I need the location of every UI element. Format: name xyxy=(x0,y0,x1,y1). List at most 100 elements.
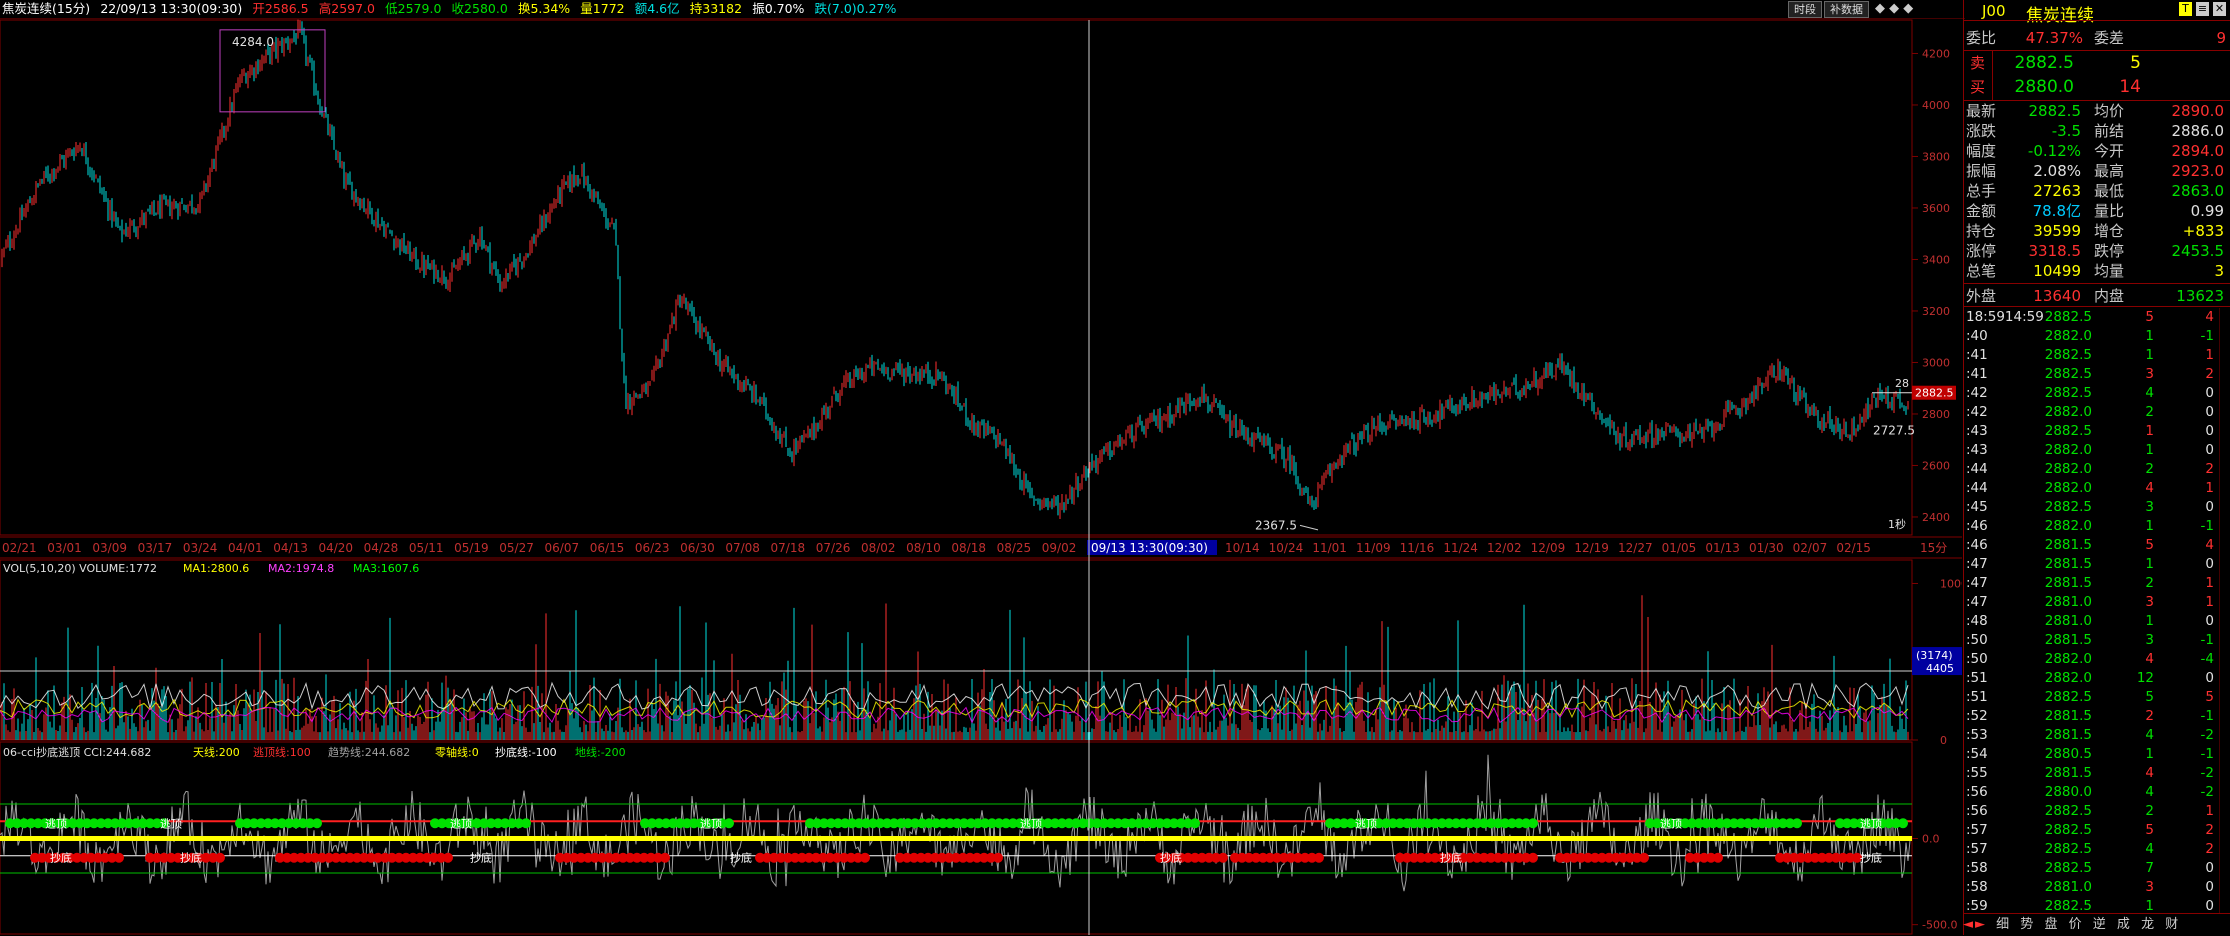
bottom-buy-marker xyxy=(215,852,225,863)
tab-dragon[interactable]: 龙 xyxy=(2141,914,2154,936)
date-tick-label: 11/16 xyxy=(1400,541,1435,555)
tick-list[interactable]: 18:5914:59 2882.5 5 4:40 2882.0 1 -1:41 2882.5 1… xyxy=(1964,308,2229,914)
tick-row: :56 2880.0 4 -2 xyxy=(1964,783,2229,802)
tick-volume: 1 xyxy=(2145,347,2154,363)
cci-title: 06-cci抄底逃顶 CCI:244.682 xyxy=(3,745,151,759)
tick-time: :41 xyxy=(1966,347,1988,363)
bar-turnover: 换5.34% xyxy=(517,1,571,16)
cci-zero-label: 零轴线:0 xyxy=(435,745,479,759)
cci-trend-label: 趋势线:244.682 xyxy=(328,745,410,759)
high-annotation: 4284.0 xyxy=(232,35,274,49)
order-ratio-value: 47.37% xyxy=(2025,29,2083,47)
tick-volume: 4 xyxy=(2145,480,2154,496)
tick-row: :45 2882.5 3 0 xyxy=(1964,498,2229,517)
price-tick-label: 3400 xyxy=(1922,253,1950,266)
tab-fill[interactable]: 成 xyxy=(2117,914,2130,936)
tick-price: 2882.0 xyxy=(2044,670,2092,686)
stats-label: 今开 xyxy=(2094,142,2125,160)
stats-label: 总手 xyxy=(1966,182,1997,200)
tick-volume: 5 xyxy=(2145,689,2154,705)
escape-top-marker xyxy=(312,818,322,829)
tick-row: :41 2882.5 3 2 xyxy=(1964,365,2229,384)
tick-oi-change: 0 xyxy=(2205,499,2214,515)
stats-value: 2.08% xyxy=(2033,162,2081,180)
date-cursor-label: 09/13 13:30(09:30) xyxy=(1091,541,1208,555)
bottom-buy-text: 抄底 xyxy=(730,851,752,865)
cci-tick-label: 0.0 xyxy=(1922,833,1940,846)
tick-row: 18:5914:59 2882.5 5 4 xyxy=(1964,308,2229,327)
bottom-buy-marker xyxy=(443,852,453,863)
tab-price[interactable]: 价 xyxy=(2069,914,2082,936)
tick-price: 2881.0 xyxy=(2044,879,2092,895)
order-ratio-row: 委比 47.37% 委差 9 xyxy=(1966,28,2229,48)
stats-label: 增仓 xyxy=(2094,222,2125,240)
timeshare-button[interactable]: 时段 xyxy=(1788,1,1822,18)
tick-price: 2882.0 xyxy=(2044,518,2092,534)
tick-volume: 4 xyxy=(2145,651,2154,667)
stats-value: -0.12% xyxy=(2027,142,2081,160)
cci-tick-label: -500.0 xyxy=(1922,919,1957,932)
toolbar-icons[interactable]: ◆ ◆ ◆ xyxy=(1875,1,1913,16)
escape-top-marker xyxy=(1792,818,1802,829)
tick-time: :40 xyxy=(1966,328,1988,344)
tick-volume: 1 xyxy=(2145,746,2154,762)
tick-time: :58 xyxy=(1966,879,1988,895)
next-arrow-icon[interactable]: ► xyxy=(1975,914,1985,936)
tick-price: 2882.5 xyxy=(2044,309,2092,325)
tab-book[interactable]: 盘 xyxy=(2044,914,2057,936)
tick-row: :57 2882.5 4 2 xyxy=(1964,840,2229,859)
close-icon[interactable]: ✕ xyxy=(2213,2,2226,16)
tick-volume: 1 xyxy=(2145,518,2154,534)
stats-value: 27263 xyxy=(2033,182,2081,200)
price-frame xyxy=(0,19,1913,536)
cci-ground-label: 地线:-200 xyxy=(575,745,626,759)
date-tick-label: 04/01 xyxy=(228,541,263,555)
tick-scrollbar[interactable] xyxy=(2219,308,2230,913)
tick-volume: 5 xyxy=(2145,309,2154,325)
inner-value: 13623 xyxy=(2176,287,2224,305)
tick-row: :52 2881.5 2 -1 xyxy=(1964,707,2229,726)
tick-price: 2882.0 xyxy=(2044,442,2092,458)
bottom-buy-marker xyxy=(1713,852,1723,863)
tab-reverse[interactable]: 逆 xyxy=(2093,914,2106,936)
tab-finance[interactable]: 财 xyxy=(2165,914,2178,936)
prev-arrow-icon[interactable]: ◄ xyxy=(1963,914,1973,936)
tick-row: :44 2882.0 2 2 xyxy=(1964,460,2229,479)
menu-icon[interactable]: ≡ xyxy=(2196,2,2209,16)
tab-detail[interactable]: 细 xyxy=(1996,914,2009,936)
tick-volume: 5 xyxy=(2145,822,2154,838)
stats-table: 最新 2882.5 均价 2890.0 涨跌 -3.5 前结 2886.0 幅度 -0.12% 今开… xyxy=(1964,101,2230,281)
tick-time: :44 xyxy=(1966,461,1988,477)
chart-area[interactable]: 2400 2600 2800 3000 3200 3400 3600 3800 4000 4200… xyxy=(0,0,1962,935)
bottom-buy-marker xyxy=(993,852,1003,863)
supplement-data-button[interactable]: 补数据 xyxy=(1824,1,1869,18)
tick-volume: 4 xyxy=(2145,385,2154,401)
tick-oi-change: 1 xyxy=(2205,803,2214,819)
t-icon[interactable]: T xyxy=(2179,2,2192,16)
instrument-title[interactable]: 焦炭连续(15分) xyxy=(2,0,90,18)
tick-volume: 1 xyxy=(2145,442,2154,458)
date-tick-label: 06/07 xyxy=(545,541,580,555)
tick-price: 2882.5 xyxy=(2044,499,2092,515)
outer-value: 13640 xyxy=(2033,287,2081,305)
date-tick-label: 08/18 xyxy=(951,541,986,555)
tick-price: 2882.5 xyxy=(2044,822,2092,838)
tick-time: :48 xyxy=(1966,613,1988,629)
tab-trend[interactable]: 势 xyxy=(2020,914,2033,936)
price-tick-label: 3200 xyxy=(1922,305,1950,318)
date-tick-label: 12/09 xyxy=(1531,541,1566,555)
tick-oi-change: 2 xyxy=(2205,366,2214,382)
tick-row: :48 2881.0 1 0 xyxy=(1964,612,2229,631)
bottom-buy-marker xyxy=(114,852,124,863)
date-tick-label: 08/02 xyxy=(861,541,896,555)
tick-time: :46 xyxy=(1966,518,1988,534)
stats-value: 3318.5 xyxy=(2028,242,2082,260)
volume-ma2-label: MA2:1974.8 xyxy=(268,562,334,575)
tick-oi-change: 2 xyxy=(2205,841,2214,857)
tick-price: 2881.0 xyxy=(2044,594,2092,610)
tick-oi-change: 4 xyxy=(2205,537,2214,553)
stats-value: 2863.0 xyxy=(2171,182,2225,200)
date-tick-label: 06/23 xyxy=(635,541,670,555)
tick-row: :51 2882.0 12 0 xyxy=(1964,669,2229,688)
tick-volume: 2 xyxy=(2145,708,2154,724)
